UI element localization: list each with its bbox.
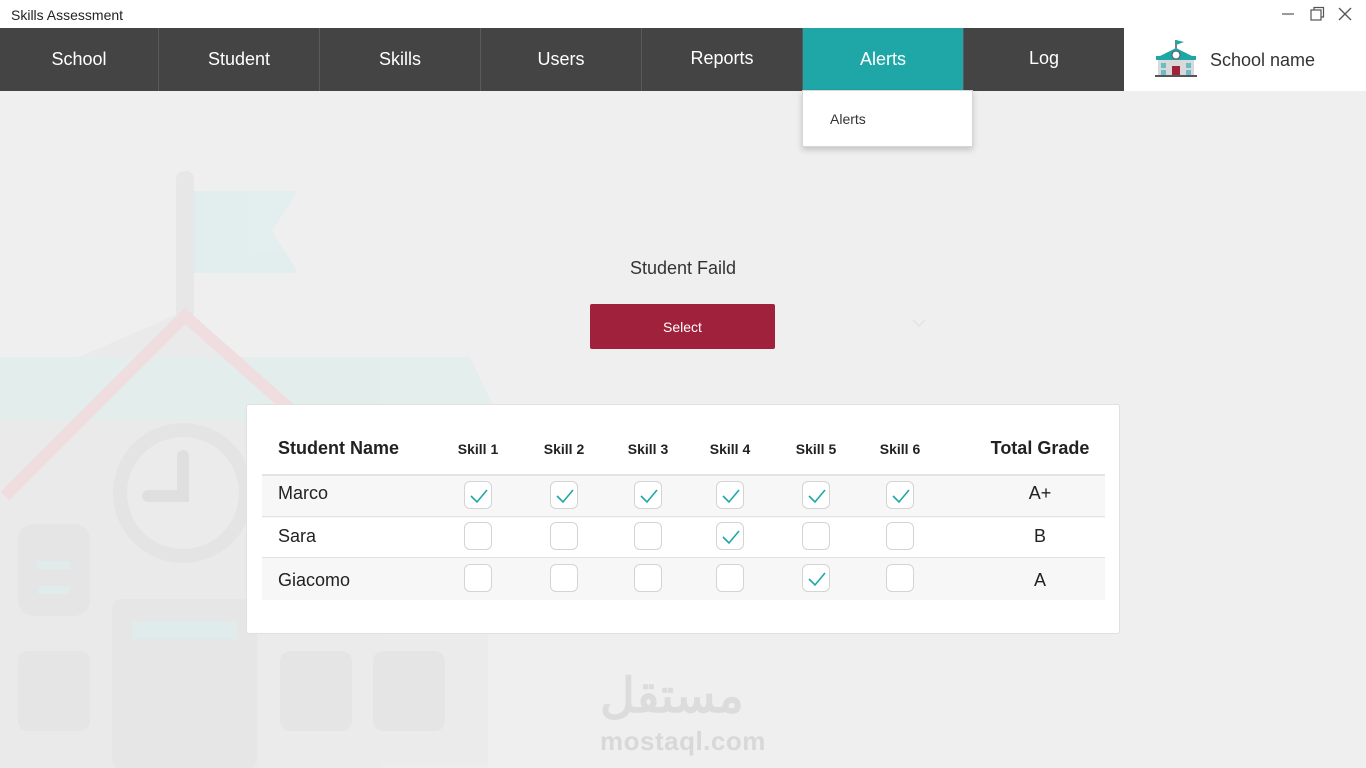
- nav-reports[interactable]: Reports: [642, 28, 802, 91]
- student-name-cell: Giacomo: [278, 570, 351, 590]
- table-row: Sara B: [262, 517, 1105, 559]
- table-row: Marco A+: [262, 476, 1105, 518]
- watermark-text: mostaql.com: [600, 726, 766, 756]
- close-icon: [1338, 7, 1352, 21]
- skill-checkbox[interactable]: [634, 522, 662, 550]
- nav-school[interactable]: School: [0, 28, 158, 91]
- nav-alerts[interactable]: Alerts: [803, 28, 963, 91]
- checkmark-icon: [722, 489, 740, 504]
- skill-checkbox[interactable]: [716, 481, 744, 509]
- skill-checkbox[interactable]: [634, 481, 662, 509]
- school-profile[interactable]: School name: [1124, 28, 1366, 91]
- skill-checkbox[interactable]: [886, 522, 914, 550]
- main-nav: School Student Skills Users Reports Aler…: [0, 28, 1366, 91]
- minimize-button[interactable]: [1277, 4, 1299, 24]
- select-button[interactable]: Select: [590, 304, 775, 349]
- filter-label: Student Faild: [629, 258, 737, 278]
- column-header-skill-1: Skill 1: [457, 441, 499, 457]
- restore-icon: [1310, 6, 1325, 21]
- title-bar: Skills Assessment: [0, 0, 1366, 28]
- checkmark-icon: [722, 530, 740, 545]
- skill-checkbox[interactable]: [550, 522, 578, 550]
- column-header-total-grade: Total Grade: [990, 438, 1090, 458]
- column-header-skill-5: Skill 5: [795, 441, 837, 457]
- skill-checkbox[interactable]: [802, 564, 830, 592]
- skill-checkbox[interactable]: [550, 481, 578, 509]
- student-name-cell: Marco: [278, 483, 329, 503]
- alerts-dropdown-menu: Alerts: [802, 90, 973, 147]
- results-table: Student Name Skill 1 Skill 2 Skill 3 Ski…: [246, 404, 1120, 634]
- nav-log[interactable]: Log: [964, 28, 1124, 91]
- skill-checkbox[interactable]: [716, 564, 744, 592]
- checkmark-icon: [556, 489, 574, 504]
- dropdown-item-alerts[interactable]: Alerts: [830, 111, 866, 127]
- skill-checkbox[interactable]: [464, 522, 492, 550]
- skill-checkbox[interactable]: [886, 481, 914, 509]
- skill-checkbox[interactable]: [886, 564, 914, 592]
- checkmark-icon: [892, 489, 910, 504]
- grade-cell: A+: [1028, 483, 1052, 503]
- table-row: Giacomo A: [262, 558, 1105, 600]
- grade-cell: B: [1033, 526, 1046, 546]
- skill-checkbox[interactable]: [716, 522, 744, 550]
- checkmark-icon: [808, 572, 826, 587]
- maximize-button[interactable]: [1306, 4, 1328, 24]
- watermark-logo: مستقل: [600, 670, 744, 723]
- window-title: Skills Assessment: [11, 7, 124, 23]
- minimize-icon: [1282, 13, 1294, 15]
- skill-checkbox[interactable]: [464, 481, 492, 509]
- column-header-skill-3: Skill 3: [627, 441, 669, 457]
- chevron-down-icon: [912, 319, 926, 327]
- school-building-icon: [1155, 40, 1197, 77]
- grade-cell: A: [1033, 570, 1046, 590]
- school-name-label: School name: [1210, 50, 1316, 70]
- nav-student[interactable]: Student: [159, 28, 319, 91]
- column-header-student-name: Student Name: [278, 438, 400, 458]
- skill-checkbox[interactable]: [550, 564, 578, 592]
- close-button[interactable]: [1334, 4, 1356, 24]
- checkmark-icon: [808, 489, 826, 504]
- skill-checkbox[interactable]: [802, 481, 830, 509]
- column-header-skill-6: Skill 6: [879, 441, 921, 457]
- checkmark-icon: [470, 489, 488, 504]
- student-name-cell: Sara: [278, 526, 317, 546]
- checkmark-icon: [640, 489, 658, 504]
- column-header-skill-2: Skill 2: [543, 441, 585, 457]
- skill-checkbox[interactable]: [464, 564, 492, 592]
- column-header-skill-4: Skill 4: [709, 441, 751, 457]
- skill-checkbox[interactable]: [802, 522, 830, 550]
- nav-skills[interactable]: Skills: [320, 28, 480, 91]
- skill-checkbox[interactable]: [634, 564, 662, 592]
- nav-users[interactable]: Users: [481, 28, 641, 91]
